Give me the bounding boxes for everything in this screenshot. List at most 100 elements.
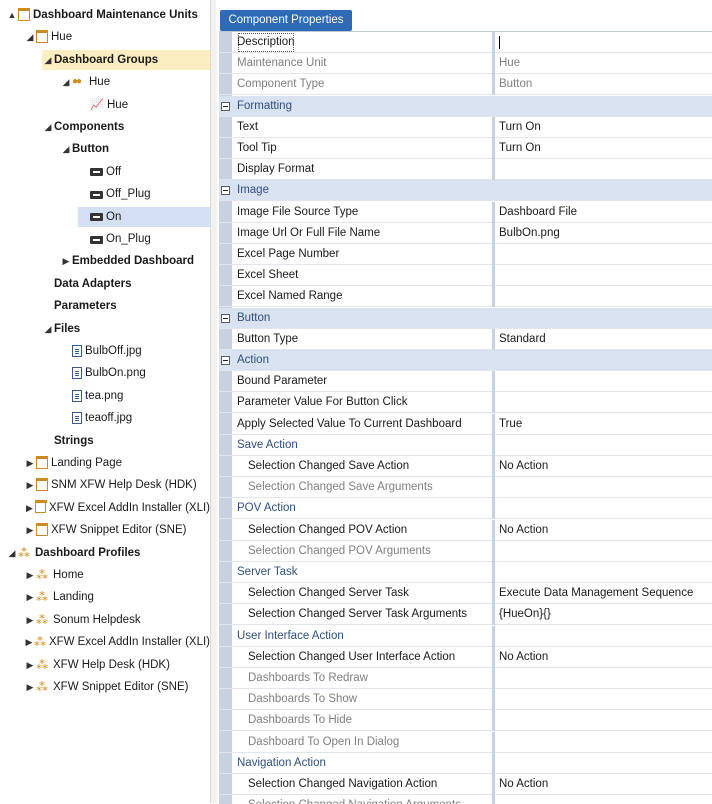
property-row[interactable]: Button Type Standard [219,328,712,350]
property-row[interactable]: Display Format [219,159,712,181]
tree-node[interactable]: Parameters [42,296,210,316]
column-divider[interactable] [492,774,495,795]
property-row[interactable]: Selection Changed POV Action No Action [219,519,712,541]
property-row[interactable]: Image File Source Type Dashboard File [219,201,712,223]
tree-node[interactable]: ▶ Landing Page [24,453,210,473]
collapse-minus-icon[interactable] [221,313,230,323]
property-value[interactable]: No Action [499,647,548,668]
column-divider[interactable] [492,138,495,159]
property-value[interactable]: Execute Data Management Sequence [499,583,693,604]
column-divider[interactable] [492,201,495,223]
column-divider[interactable] [492,456,495,477]
property-subcategory[interactable]: POV Action [219,498,712,520]
collapse-minus-icon[interactable] [221,356,230,365]
tree-node[interactable]: ▶ XFW Snippet Editor (SNE) [24,520,210,540]
property-value[interactable]: No Action [499,520,548,541]
column-divider[interactable] [492,731,495,753]
property-row[interactable]: Excel Page Number [219,244,712,265]
property-row[interactable]: Selection Changed Navigation Action No Ac… [219,774,712,795]
tree-node[interactable]: ◢ Button [60,139,210,159]
column-divider[interactable] [492,583,495,605]
property-value[interactable]: Turn On [499,138,541,159]
property-row[interactable]: Tool Tip Turn On [219,138,712,159]
collapse-minus-icon[interactable] [221,101,230,111]
property-value[interactable]: No Action [499,456,548,477]
column-divider[interactable] [492,392,495,414]
property-subcategory[interactable]: Navigation Action [219,752,712,774]
property-row[interactable]: Selection Changed Server Task Execute Dat… [219,583,712,605]
expand-arrow-icon[interactable]: ▶ [24,453,36,473]
column-divider[interactable] [492,625,495,647]
tree-node[interactable]: On_Plug [78,229,210,249]
expand-arrow-icon[interactable]: ▶ [24,565,36,585]
column-divider[interactable] [492,562,495,583]
property-value[interactable]: {HueOn}{} [499,604,551,625]
tree-node[interactable]: ◢ Dashboard Groups [42,49,210,70]
collapse-arrow-icon[interactable]: ◢ [42,319,54,339]
column-divider[interactable] [492,413,495,435]
property-row[interactable]: Selection Changed Save Arguments [219,477,712,499]
panel-splitter[interactable] [210,0,217,803]
property-row[interactable]: Excel Sheet [219,265,712,287]
column-divider[interactable] [492,668,495,689]
tree-node[interactable]: 📈 Hue [78,95,210,115]
property-row[interactable]: Dashboards To Hide [219,710,712,732]
tree-node[interactable]: BulbOn.png [60,363,210,383]
column-divider[interactable] [492,32,495,53]
column-divider[interactable] [492,710,495,732]
tree-node[interactable]: ◢ Components [42,117,210,137]
column-divider[interactable] [492,53,495,75]
property-value[interactable]: Hue [499,53,520,74]
property-subcategory[interactable]: Server Task [219,562,712,583]
tree-node[interactable]: ▶ Embedded Dashboard [60,251,210,271]
property-value[interactable]: No Action [499,774,548,795]
expand-arrow-icon[interactable]: ▶ [24,677,36,697]
property-grid[interactable]: Description Maintenance Unit Hue Component … [219,31,712,804]
tree-node[interactable]: ▶ ⁂ XFW Excel AddIn Installer (XLI) [24,632,211,652]
column-divider[interactable] [492,498,495,520]
tree-node[interactable]: tea.png [60,386,210,406]
expand-arrow-icon[interactable]: ▶ [24,655,36,675]
tree-node[interactable]: ▶ XFW Excel AddIn Installer (XLI) [24,498,210,518]
property-subcategory[interactable]: Save Action [219,434,712,456]
property-category[interactable]: Image [219,180,712,202]
property-row[interactable]: Dashboard To Open In Dialog [219,731,712,753]
column-divider[interactable] [492,116,495,138]
property-row[interactable]: Excel Named Range [219,286,712,308]
property-row[interactable]: Component Type Button [219,74,712,96]
property-row[interactable]: Bound Parameter [219,371,712,393]
column-divider[interactable] [492,604,495,626]
collapse-arrow-icon[interactable]: ◢ [24,27,36,47]
tree-node[interactable]: ▶ ⁂ Home [24,565,210,585]
collapse-arrow-icon[interactable]: ◢ [6,543,18,563]
property-value[interactable]: Turn On [499,117,541,138]
property-row[interactable]: Maintenance Unit Hue [219,53,712,75]
property-row[interactable]: Description [219,32,712,53]
collapse-minus-icon[interactable] [221,186,230,196]
tree-node[interactable]: ◢ Files [42,319,210,339]
tree-node[interactable]: ◢ ⁂ Dashboard Profiles [6,543,210,563]
property-subcategory[interactable]: User Interface Action [219,625,712,647]
tree-node[interactable]: Data Adapters [42,274,210,294]
tree-node[interactable]: Strings [42,431,210,451]
property-row[interactable]: Selection Changed Save Action No Action [219,456,712,477]
column-divider[interactable] [492,519,495,541]
collapse-arrow-icon[interactable]: ▲ [6,5,18,25]
tree-node[interactable]: ▶ ⁂ XFW Snippet Editor (SNE) [24,677,210,697]
expand-arrow-icon[interactable]: ▶ [24,610,36,630]
property-row[interactable]: Selection Changed POV Arguments [219,540,712,562]
column-divider[interactable] [492,371,495,393]
collapse-arrow-icon[interactable]: ◢ [60,72,72,92]
property-row[interactable]: Parameter Value For Button Click [219,392,712,414]
column-divider[interactable] [492,477,495,499]
tree-panel[interactable]: ▲ Dashboard Maintenance Units ◢ Hue ◢ Dashboa… [0,0,211,803]
expand-arrow-icon[interactable]: ▶ [60,251,72,271]
property-category[interactable]: Formatting [219,95,712,117]
property-value[interactable]: Standard [499,329,546,350]
expand-arrow-icon[interactable]: ▶ [24,475,36,495]
expand-arrow-icon[interactable]: ▶ [24,632,34,652]
column-divider[interactable] [492,752,495,774]
tree-node[interactable]: ▲ Dashboard Maintenance Units [6,5,210,25]
column-divider[interactable] [492,646,495,668]
property-value[interactable]: BulbOn.png [499,223,560,244]
